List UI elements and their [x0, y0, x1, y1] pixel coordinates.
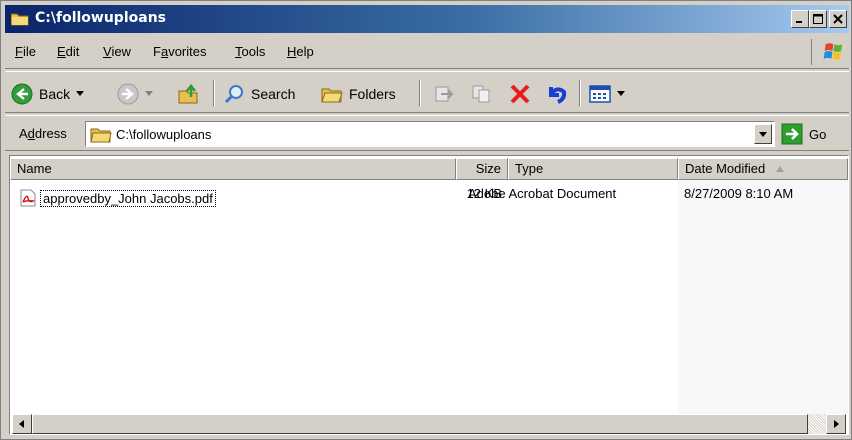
file-list[interactable]: Name Size Type Date Modified approvedby_… [9, 155, 849, 435]
explorer-window: C:\followuploans File Edit View Favorite… [0, 0, 852, 440]
move-to-icon [435, 86, 454, 102]
folders-icon [321, 88, 343, 103]
scroll-left-icon [19, 420, 24, 428]
chevron-down-icon [76, 91, 85, 96]
folders-label: Folders [349, 86, 396, 102]
sorted-column-highlight [678, 180, 848, 414]
file-type: Adobe Acrobat Document [468, 186, 617, 201]
scroll-track[interactable] [808, 414, 826, 434]
views-button[interactable] [589, 82, 625, 106]
undo-button[interactable] [545, 82, 567, 106]
file-row[interactable]: approvedby_John Jacobs.pdf [20, 188, 216, 208]
back-button[interactable]: Back [11, 82, 85, 106]
menu-tools[interactable]: Tools [235, 44, 265, 59]
scroll-left-button[interactable] [12, 414, 32, 434]
scroll-thumb[interactable] [32, 414, 808, 434]
move-to-button[interactable] [433, 82, 455, 106]
go-arrow-icon [781, 123, 803, 145]
horizontal-scrollbar[interactable] [12, 414, 846, 434]
menu-edit[interactable]: Edit [57, 44, 79, 59]
column-header-name[interactable]: Name [10, 158, 456, 180]
address-dropdown-button[interactable] [754, 124, 772, 144]
up-folder-button[interactable] [177, 82, 201, 106]
forward-arrow-icon [117, 83, 139, 105]
back-label: Back [39, 86, 71, 102]
copy-to-button[interactable] [471, 82, 493, 106]
forward-button[interactable] [117, 82, 153, 106]
search-icon [224, 85, 243, 104]
file-name: approvedby_John Jacobs.pdf [40, 189, 216, 207]
address-value: C:\followuploans [116, 127, 212, 142]
toolbar-separator [579, 80, 581, 106]
column-header-type[interactable]: Type [508, 158, 678, 180]
undo-icon [549, 87, 567, 104]
close-icon [833, 14, 843, 24]
chevron-down-icon [759, 131, 767, 137]
address-label: Address [19, 126, 67, 141]
minimize-button[interactable] [791, 10, 809, 28]
title-bar[interactable]: C:\followuploans [5, 5, 849, 33]
address-bar: Address C:\followuploans Go [5, 115, 849, 151]
column-header-label: Name [17, 161, 52, 176]
folder-icon [11, 13, 29, 26]
close-button[interactable] [829, 10, 847, 28]
column-header-size[interactable]: Size [456, 158, 508, 180]
up-folder-icon [178, 83, 198, 104]
views-icon [589, 85, 611, 103]
back-arrow-icon [11, 83, 33, 105]
chevron-down-icon [617, 91, 625, 96]
folders-button[interactable]: Folders [321, 82, 396, 106]
menu-favorites[interactable]: Favorites [153, 44, 206, 59]
windows-logo-icon [811, 39, 843, 65]
toolbar-separator [419, 80, 421, 106]
column-header-label: Size [475, 161, 501, 176]
maximize-button[interactable] [809, 10, 827, 28]
file-date-modified: 8/27/2009 8:10 AM [684, 186, 794, 201]
scroll-right-button[interactable] [826, 414, 846, 434]
toolbar: Back Search Folders [5, 71, 849, 113]
delete-icon [510, 84, 530, 104]
menu-bar: File Edit View Favorites Tools Help [5, 35, 849, 69]
menu-file[interactable]: File [15, 44, 36, 59]
maximize-icon [813, 14, 823, 24]
menu-help[interactable]: Help [287, 44, 314, 59]
column-header-label: Type [515, 161, 544, 176]
search-label: Search [251, 86, 296, 102]
column-header-date-modified[interactable]: Date Modified [678, 158, 848, 180]
go-label: Go [809, 126, 827, 142]
menu-view[interactable]: View [103, 44, 131, 59]
window-title: C:\followuploans [35, 10, 166, 26]
copy-to-icon [472, 85, 490, 103]
scroll-right-icon [834, 420, 839, 428]
go-button[interactable]: Go [781, 122, 826, 146]
minimize-icon [796, 21, 802, 23]
search-button[interactable]: Search [223, 82, 295, 106]
pdf-file-icon [20, 189, 36, 207]
folder-icon [90, 128, 112, 143]
toolbar-separator [213, 80, 215, 106]
chevron-down-icon [145, 91, 153, 96]
column-header-label: Date Modified [685, 161, 766, 176]
sort-ascending-icon [775, 166, 784, 172]
address-input[interactable]: C:\followuploans [85, 121, 775, 147]
delete-button[interactable] [509, 82, 531, 106]
